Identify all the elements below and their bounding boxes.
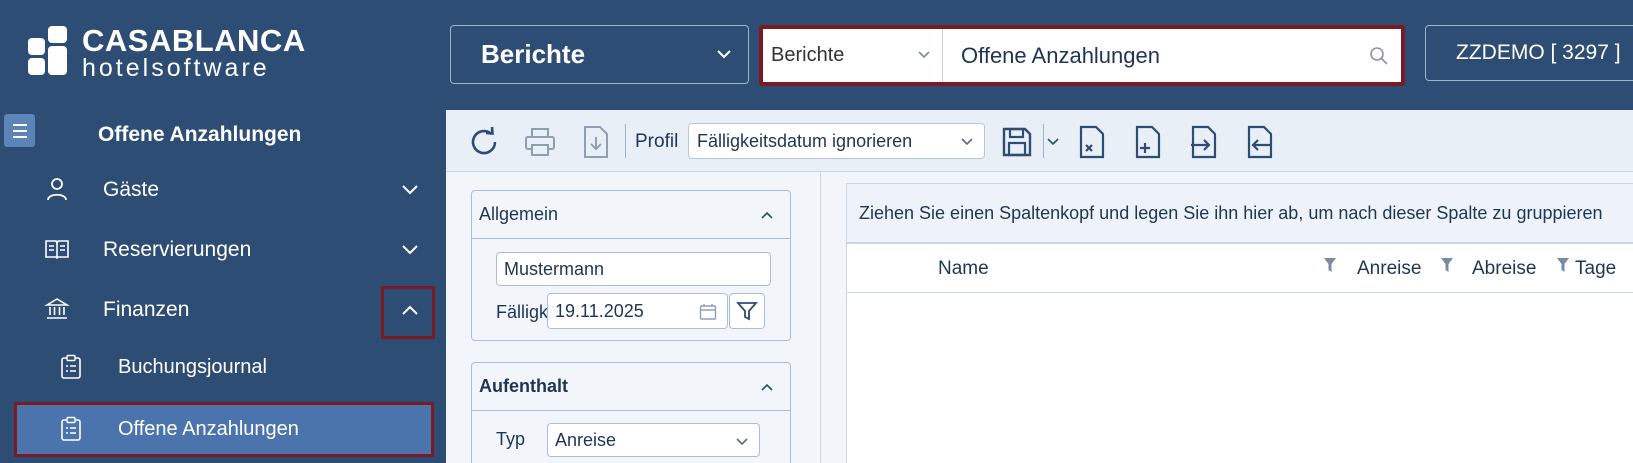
column-header-abreise[interactable]: Abreise — [1472, 258, 1536, 280]
toolbar-separator — [625, 124, 626, 158]
filter-card-header[interactable]: Aufenthalt — [472, 363, 790, 411]
sidebar-item-label: Gäste — [103, 178, 160, 201]
funnel-icon — [736, 302, 758, 321]
faelligkeit-label: Fälligk — [496, 302, 548, 322]
bank-icon — [44, 298, 70, 319]
chevron-down-icon — [402, 245, 418, 255]
column-header-tage[interactable]: Tage — [1575, 258, 1616, 280]
brand-name: CASABLANCA — [82, 23, 306, 58]
chevron-up-icon — [761, 383, 773, 391]
chevron-down-icon — [961, 138, 973, 146]
typ-select[interactable]: Anreise — [547, 423, 760, 457]
file-import-icon[interactable] — [1184, 122, 1224, 162]
download-icon[interactable] — [576, 122, 616, 162]
print-icon[interactable] — [520, 122, 560, 162]
sidebar-subitem-offene-anzahlungen-content[interactable]: Offene Anzahlungen — [0, 402, 446, 456]
column-header-name[interactable]: Name — [938, 258, 989, 280]
file-remove-icon[interactable] — [1072, 122, 1112, 162]
search-category-value: Berichte — [771, 44, 845, 66]
casablanca-logo[interactable]: CASABLANCA hotelsoftware — [28, 23, 306, 82]
brand-tagline: hotelsoftware — [82, 54, 270, 82]
sidebar-subitem-label: Offene Anzahlungen — [118, 417, 299, 440]
date-value: 19.11.2025 — [555, 300, 644, 321]
sidebar-item-gaeste[interactable]: Gäste — [0, 162, 446, 218]
finanzen-collapse-highlight[interactable] — [381, 286, 435, 339]
faelligkeit-date-input[interactable]: 19.11.2025 — [547, 293, 728, 329]
typ-label: Typ — [496, 429, 526, 449]
search-input[interactable] — [943, 29, 1357, 82]
book-icon — [45, 240, 69, 260]
file-add-icon[interactable] — [1128, 122, 1168, 162]
search-box: Berichte — [759, 25, 1405, 86]
calendar-icon[interactable] — [699, 303, 717, 321]
refresh-icon[interactable] — [464, 122, 504, 162]
profil-select[interactable]: Fälligkeitsdatum ignorieren — [688, 123, 985, 159]
funnel-icon[interactable] — [1556, 256, 1570, 274]
profil-select-value: Fälligkeitsdatum ignorieren — [697, 130, 913, 151]
funnel-icon[interactable] — [1440, 256, 1454, 274]
group-by-drop-zone[interactable]: Ziehen Sie einen Spaltenkopf und legen S… — [846, 183, 1633, 243]
file-export-icon[interactable] — [1240, 122, 1280, 162]
toolbar: Profil Fälligkeitsdatum ignorieren — [446, 110, 1633, 172]
chevron-down-icon — [402, 185, 418, 195]
search-icon[interactable] — [1357, 29, 1401, 82]
funnel-icon[interactable] — [1323, 256, 1337, 274]
filter-card-title: Allgemein — [479, 204, 559, 224]
clipboard-icon — [61, 354, 81, 379]
chevron-down-icon — [918, 51, 930, 59]
clipboard-icon — [61, 416, 81, 441]
chevron-up-icon — [761, 211, 773, 219]
grid-body — [846, 293, 1633, 463]
filter-panel: Allgemein Fälligk 19.11.2025 Aufenthalt … — [446, 172, 821, 463]
sidebar-subitem-buchungsjournal[interactable]: Buchungsjournal — [0, 340, 446, 394]
logo-mark-icon — [28, 26, 70, 76]
module-select-value: Berichte — [481, 39, 586, 69]
results-grid: Ziehen Sie einen Spaltenkopf und legen S… — [821, 172, 1633, 463]
sidebar-item-reservierungen[interactable]: Reservierungen — [0, 222, 446, 278]
sidebar-item-finanzen[interactable]: Finanzen — [0, 282, 446, 338]
name-filter-input[interactable] — [496, 252, 771, 286]
top-bar: CASABLANCA hotelsoftware Berichte Berich… — [0, 0, 1633, 108]
column-header-anreise[interactable]: Anreise — [1357, 258, 1421, 280]
chevron-down-icon — [736, 438, 748, 446]
chevron-down-icon — [717, 50, 731, 59]
filter-card-header[interactable]: Allgemein — [472, 191, 790, 239]
typ-select-value: Anreise — [555, 429, 617, 450]
save-icon[interactable] — [997, 122, 1037, 162]
sidebar-item-label: Reservierungen — [103, 238, 252, 261]
filter-button[interactable] — [729, 293, 765, 329]
menu-toggle-button[interactable] — [4, 114, 35, 147]
sidebar-item-label: Finanzen — [103, 298, 190, 321]
user-property-button[interactable]: ZZDEMO [ 3297 ] — [1425, 25, 1633, 81]
person-icon — [47, 178, 67, 201]
sidebar-title: Offene Anzahlungen — [98, 123, 302, 146]
sidebar-subitem-label: Buchungsjournal — [118, 355, 267, 378]
save-options-chevron-down-icon[interactable] — [1044, 122, 1062, 162]
filter-card-allgemein: Allgemein Fälligk 19.11.2025 — [471, 190, 791, 341]
main-content: Profil Fälligkeitsdatum ignorieren Allge… — [446, 110, 1633, 463]
filter-card-aufenthalt: Aufenthalt Typ Anreise — [471, 362, 791, 463]
filter-card-title: Aufenthalt — [479, 376, 568, 396]
grid-header-row: Name Anreise Abreise Tage — [846, 243, 1633, 293]
search-category-select[interactable]: Berichte — [763, 29, 943, 82]
profil-label: Profil — [635, 131, 679, 152]
module-select[interactable]: Berichte — [450, 25, 749, 84]
